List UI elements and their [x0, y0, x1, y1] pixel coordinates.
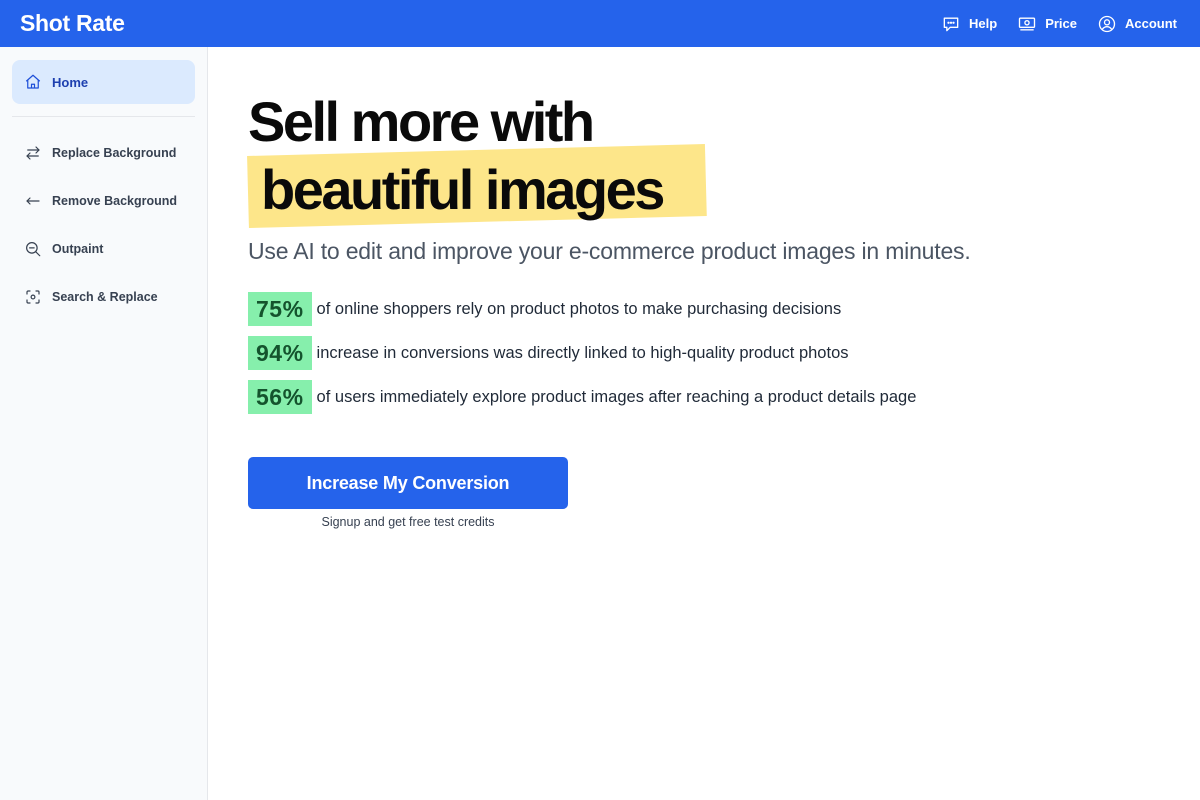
sidebar-item-home[interactable]: Home: [12, 60, 195, 104]
stat-text: increase in conversions was directly lin…: [316, 343, 849, 362]
chat-bubble-icon: [943, 17, 959, 31]
sidebar-item-label: Replace Background: [52, 146, 177, 160]
headline-line-2: beautiful images: [261, 158, 665, 221]
headline-line-1: Sell more with: [248, 90, 595, 153]
stat-item: 94% increase in conversions was directly…: [248, 331, 1178, 375]
help-link[interactable]: Help: [941, 14, 997, 34]
account-label: Account: [1125, 16, 1177, 31]
top-nav: Help Price Account: [941, 14, 1180, 34]
price-label: Price: [1045, 16, 1077, 31]
help-label: Help: [969, 16, 998, 31]
top-bar: Shot Rate Help Price Account: [0, 0, 1200, 47]
hero-subtitle: Use AI to edit and improve your e-commer…: [248, 238, 971, 264]
headline-highlight: beautiful images: [247, 144, 707, 228]
home-icon: [25, 74, 41, 89]
user-circle-icon: [1098, 15, 1116, 32]
increase-conversion-button[interactable]: Increase My Conversion: [248, 457, 568, 509]
sidebar-item-label: Home: [52, 74, 89, 90]
stat-value-badge: 56%: [248, 380, 312, 414]
stat-item: 56% of users immediately explore product…: [248, 375, 1178, 419]
sidebar-item-remove-background[interactable]: Remove Background: [12, 177, 195, 225]
sidebar-item-outpaint[interactable]: Outpaint: [12, 225, 195, 273]
sidebar: Home Replace Background Remove Backgroun…: [0, 47, 208, 800]
stat-text: of online shoppers rely on product photo…: [316, 299, 842, 318]
price-link[interactable]: Price: [1017, 14, 1077, 34]
arrows-swap-icon: [26, 146, 40, 160]
stat-value-badge: 75%: [248, 292, 312, 326]
sidebar-item-label: Remove Background: [52, 194, 178, 208]
account-link[interactable]: Account: [1097, 14, 1177, 34]
arrow-left-icon: [26, 197, 40, 205]
sidebar-item-label: Outpaint: [52, 242, 104, 256]
cta-subtext: Signup and get free test credits: [321, 515, 495, 529]
sidebar-item-search-replace[interactable]: Search & Replace: [12, 273, 195, 321]
sidebar-item-label: Search & Replace: [52, 290, 158, 304]
main-content: Sell more with beautiful images Use AI t…: [247, 47, 1178, 529]
sidebar-divider: [12, 116, 195, 117]
stats-list: 75% of online shoppers rely on product p…: [248, 287, 1178, 419]
stat-text: of users immediately explore product ima…: [316, 387, 917, 406]
viewfinder-icon: [26, 290, 40, 304]
zoom-out-icon: [26, 242, 41, 257]
sidebar-item-replace-background[interactable]: Replace Background: [12, 129, 195, 177]
app-logo[interactable]: Shot Rate: [20, 10, 125, 37]
banknote-icon: [1019, 17, 1036, 30]
stat-value-badge: 94%: [248, 336, 312, 370]
stat-item: 75% of online shoppers rely on product p…: [248, 287, 1178, 331]
